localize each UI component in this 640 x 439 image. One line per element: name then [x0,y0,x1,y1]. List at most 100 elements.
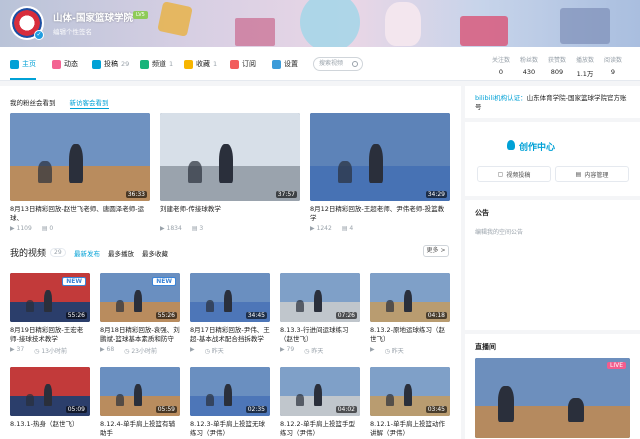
tab-0[interactable]: 主页 [10,59,36,69]
thumb-figure [43,290,52,313]
video-title[interactable]: 8月17日精彩回放-尹伟、王超-基本战术配合挡拆教学 [190,326,270,344]
video-thumbnail[interactable]: 04:18 [370,273,450,322]
video-card[interactable]: 05:09 8.13.1-热身（赵世飞） [10,367,90,438]
video-thumbnail[interactable]: 07:26 [280,273,360,322]
stat-4[interactable]: 阅读数 9 [600,55,626,76]
stat-label: 关注数 [491,57,510,64]
duration-badge: 37:57 [275,191,297,198]
featured-video[interactable]: 34:29 8月12日精彩回放-王超老师、尹伟老师-投篮教学 ▶ 1242 ▤ 4 [310,113,450,232]
thumb-figure [133,290,142,313]
video-title[interactable]: 8月13日精彩回放-赵世飞老师、唐圆泽老师-运球、 [10,205,150,223]
video-card[interactable]: 02:35 8.12.3-单手肩上投篮无球练习（尹伟） [190,367,270,438]
live-thumbnail[interactable]: LIVE [475,358,630,438]
play-count: ▶ [190,346,195,353]
thumb-figure [38,161,52,184]
video-title[interactable]: 8.13.2-原地运球练习（赵世飞） [370,326,450,344]
tab-3[interactable]: 频道 1 [140,59,173,69]
tab-icon [230,59,239,69]
verified-icon: ✓ [34,30,44,40]
video-thumbnail[interactable]: 05:59 [100,367,180,416]
upload-icon: ▢ [497,170,504,178]
featured-video[interactable]: 36:33 8月13日精彩回放-赵世飞老师、唐圆泽老师-运球、 ▶ 1109 ▤ 0 [10,113,150,232]
tab-icon [184,59,193,69]
duration-badge: 07:26 [335,312,357,319]
video-thumbnail[interactable]: 04:02 [280,367,360,416]
video-thumbnail[interactable]: NEW 55:26 [10,273,90,322]
stat-3[interactable]: 播放数 1.1万 [572,55,598,78]
video-title[interactable]: 8月18日精彩回放-袁强、刘鹏斌-篮球基本素质和防守脚步 [100,326,180,344]
video-thumbnail[interactable]: 05:09 [10,367,90,416]
new-badge: NEW [62,277,86,286]
video-meta: ▶ ◷ 昨天 [190,346,270,355]
tab-count: 1 [213,60,218,68]
sort-latest[interactable]: 最新发布 [74,248,100,258]
video-card[interactable]: NEW 55:26 8月19日精彩回放-王宏老师-接球技术教学 ▶ 37 ◷ 13小时前 [10,273,90,355]
thumb-figure [206,299,214,313]
stat-value: 809 [550,68,564,76]
stat-1[interactable]: 粉丝数 430 [516,55,542,76]
video-title[interactable]: 8.12.2-单手肩上投篮手型练习（尹伟） [280,420,360,438]
thumb-figure [296,299,304,313]
tab-1[interactable]: 动态 [52,59,78,69]
video-thumbnail[interactable]: 02:35 [190,367,270,416]
video-card[interactable]: NEW 55:26 8月18日精彩回放-袁强、刘鹏斌-篮球基本素质和防守脚步 ▶ 68… [100,273,180,355]
more-button[interactable]: 更多 > [423,245,449,257]
level-badge: LV5 [133,11,148,19]
manage-icon: ▤ [575,170,582,178]
content-manage-button[interactable]: ▤ 内容管理 [555,166,629,182]
announcement-edit[interactable]: 编辑我的空间公告 [475,227,630,236]
active-tab-indicator [10,78,36,80]
video-card[interactable]: 04:18 8.13.2-原地运球练习（赵世飞） ▶ ◷ 昨天 [370,273,450,355]
username: 山体-国家篮球学院 [53,13,133,24]
tab-fans-view[interactable]: 我的粉丝会看到 [10,97,56,109]
video-card[interactable]: 04:02 8.12.2-单手肩上投篮手型练习（尹伟） [280,367,360,438]
duration-badge: 03:45 [425,406,447,413]
thumb-figure [218,143,233,184]
video-title[interactable]: 8月19日精彩回放-王宏老师-接球技术教学 [10,326,90,344]
video-title[interactable]: 8月12日精彩回放-王超老师、尹伟老师-投篮教学 [310,205,450,223]
search-icon[interactable] [352,61,358,67]
video-thumbnail[interactable]: 03:45 [370,367,450,416]
video-title[interactable]: 8.12.4-单手肩上投篮有辅助手 [100,420,180,438]
video-card[interactable]: 05:59 8.12.4-单手肩上投篮有辅助手 [100,367,180,438]
thumb-figure [68,143,83,184]
sort-most-favorited[interactable]: 最多收藏 [142,248,168,258]
stat-2[interactable]: 获赞数 809 [544,55,570,76]
tab-visitor-view[interactable]: 新访客会看到 [69,97,109,109]
video-thumbnail[interactable]: 37:57 [160,113,300,201]
announcement-box: 公告 编辑我的空间公告 [465,200,640,330]
upload-video-button[interactable]: ▢ 视频投稿 [477,166,551,182]
video-title[interactable]: 刘建老师-传接球教学 [160,205,300,223]
video-title[interactable]: 8.13.1-热身（赵世飞） [10,420,90,438]
video-title[interactable]: 8.12.1-单手肩上投篮动作讲解（尹伟） [370,420,450,438]
video-card[interactable]: 34:45 8月17日精彩回放-尹伟、王超-基本战术配合挡拆教学 ▶ ◷ 昨天 [190,273,270,355]
video-meta: ▶ 79 ◷ 昨天 [280,346,360,355]
tab-6[interactable]: 设置 [272,59,298,69]
upload-time: ◷ 13小时前 [34,348,67,355]
signature-field[interactable]: 编辑个性签名 [53,26,92,36]
tab-2[interactable]: 投稿 29 [92,59,129,69]
creator-center-link[interactable]: 创作中心 [519,140,555,153]
duration-badge: 55:26 [155,312,177,319]
tab-count: 29 [121,60,130,68]
video-card[interactable]: 07:26 8.13.3-行进间运球练习（赵世飞） ▶ 79 ◷ 昨天 [280,273,360,355]
stat-0[interactable]: 关注数 0 [488,55,514,76]
video-thumbnail[interactable]: NEW 55:26 [100,273,180,322]
video-title[interactable]: 8.13.3-行进间运球练习（赵世飞） [280,326,360,344]
video-thumbnail[interactable]: 36:33 [10,113,150,201]
video-thumbnail[interactable]: 34:45 [190,273,270,322]
banner-decoration [235,18,275,46]
sort-most-played[interactable]: 最多播放 [108,248,134,258]
video-thumbnail[interactable]: 34:29 [310,113,450,201]
upload-time: ◷ 昨天 [384,348,404,355]
tab-5[interactable]: 订阅 [230,59,256,69]
thumb-figure [368,143,383,184]
video-title[interactable]: 8.12.3-单手肩上投篮无球练习（尹伟） [190,420,270,438]
thumb-figure [133,384,142,407]
featured-video[interactable]: 37:57 刘建老师-传接球教学 ▶ 1834 ▤ 3 [160,113,300,232]
video-card[interactable]: 03:45 8.12.1-单手肩上投篮动作讲解（尹伟） [370,367,450,438]
tab-4[interactable]: 收藏 1 [184,59,217,69]
thumb-figure [386,299,394,313]
search-input[interactable]: 搜索视频 [313,57,363,71]
thumb-figure [223,290,232,313]
